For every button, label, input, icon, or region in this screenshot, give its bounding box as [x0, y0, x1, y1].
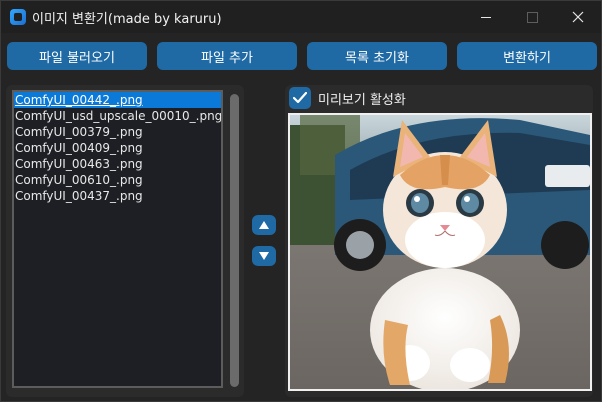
file-listbox[interactable]: ComfyUI_00442_.png ComfyUI_usd_upscale_00… — [12, 90, 223, 388]
maximize-button[interactable] — [509, 1, 555, 33]
check-icon — [293, 92, 307, 104]
minimize-icon — [481, 16, 491, 18]
app-window: 이미지 변환기(made by karuru) 파일 불러오기 파일 추가 목록… — [0, 0, 602, 402]
move-up-button[interactable] — [252, 215, 276, 235]
triangle-down-icon — [259, 252, 269, 260]
close-icon — [572, 11, 584, 23]
add-file-button[interactable]: 파일 추가 — [157, 42, 297, 70]
file-list-item[interactable]: ComfyUI_00437_.png — [14, 188, 221, 204]
reset-list-button[interactable]: 목록 초기화 — [307, 42, 447, 70]
preview-image — [288, 113, 592, 391]
convert-button[interactable]: 변환하기 — [457, 42, 597, 70]
maximize-icon — [526, 11, 538, 23]
minimize-button[interactable] — [463, 1, 509, 33]
file-list-item[interactable]: ComfyUI_usd_upscale_00010_.png — [14, 108, 221, 124]
file-list-item[interactable]: ComfyUI_00442_.png — [14, 92, 221, 108]
triangle-up-icon — [259, 221, 269, 229]
file-list-scrollbar-thumb[interactable] — [230, 94, 239, 387]
preview-toggle-label[interactable]: 미리보기 활성화 — [318, 89, 406, 108]
close-button[interactable] — [555, 1, 601, 33]
file-list-item[interactable]: ComfyUI_00409_.png — [14, 140, 221, 156]
preview-toggle-checkbox[interactable] — [289, 87, 311, 109]
kitten-photo — [290, 115, 590, 389]
title-bar[interactable]: 이미지 변환기(made by karuru) — [1, 1, 601, 33]
window-title: 이미지 변환기(made by karuru) — [32, 12, 222, 27]
file-list-item[interactable]: ComfyUI_00463_.png — [14, 156, 221, 172]
load-files-button[interactable]: 파일 불러오기 — [7, 42, 147, 70]
app-icon — [10, 9, 26, 25]
file-list-item[interactable]: ComfyUI_00610_.png — [14, 172, 221, 188]
move-down-button[interactable] — [252, 246, 276, 266]
file-list-item[interactable]: ComfyUI_00379_.png — [14, 124, 221, 140]
